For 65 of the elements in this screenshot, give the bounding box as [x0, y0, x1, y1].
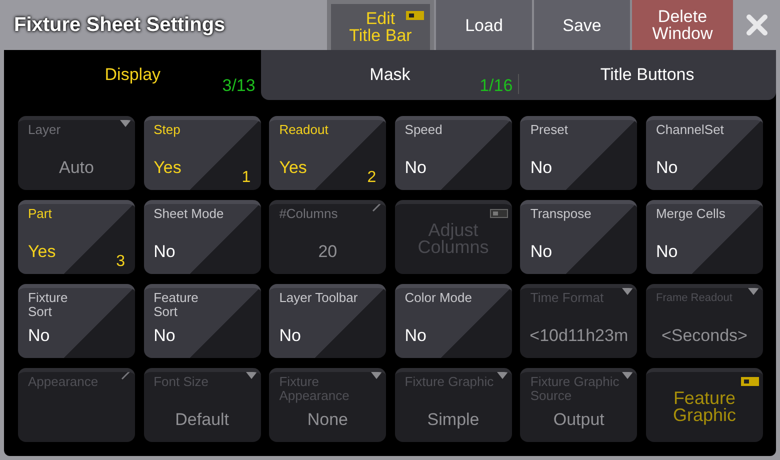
setting-label: #Columns: [279, 207, 338, 221]
tab-count: 1/16: [480, 76, 513, 96]
setting-value: No: [404, 158, 427, 178]
setting-value: No: [656, 242, 678, 262]
setting-value: No: [279, 326, 301, 346]
setting-toggle[interactable]: Part Yes 3: [18, 200, 135, 274]
setting-select[interactable]: Layer Auto: [18, 116, 135, 190]
setting-value: Yes: [28, 242, 56, 262]
order-number: 2: [367, 169, 376, 187]
setting-value: No: [28, 326, 50, 346]
setting-value: Output: [553, 410, 604, 430]
setting-value: Simple: [427, 410, 480, 430]
tab[interactable]: Title Buttons: [518, 50, 776, 100]
setting-toggle[interactable]: Color Mode No: [394, 284, 512, 358]
title-bar-button[interactable]: Save: [532, 0, 630, 50]
order-number: 3: [116, 253, 125, 271]
setting-value: <Seconds>: [661, 326, 748, 346]
setting-label: ChannelSet: [656, 123, 724, 137]
setting-label: Readout: [279, 123, 328, 137]
setting-toggle[interactable]: Preset No: [520, 116, 638, 190]
setting-toggle[interactable]: Sheet Mode No: [144, 200, 261, 274]
setting-label: Step: [154, 123, 180, 137]
title-bar-button[interactable]: Delete Window: [630, 0, 733, 50]
setting-label: Speed: [404, 123, 442, 137]
button-label: Feature Graphic: [672, 390, 736, 424]
setting-value: No: [530, 242, 552, 262]
setting-value: Yes: [279, 158, 307, 178]
setting-toggle[interactable]: Readout Yes 2: [269, 116, 386, 190]
setting-value: No: [154, 242, 176, 262]
setting-value: No: [656, 158, 678, 178]
setting-label: Transpose: [530, 207, 592, 221]
setting-value: Default: [175, 410, 230, 430]
setting-value: No: [530, 158, 552, 178]
setting-label: Sheet Mode: [154, 207, 224, 221]
setting-label: Preset: [530, 123, 568, 137]
setting-label: Merge Cells: [656, 207, 726, 221]
setting-label: Layer Toolbar: [279, 291, 358, 305]
setting-toggle[interactable]: Step Yes 1: [144, 116, 261, 190]
setting-toggle[interactable]: Feature Sort No: [144, 284, 261, 358]
setting-label: Color Mode: [404, 291, 472, 305]
setting-toggle[interactable]: Layer Toolbar No: [269, 284, 386, 358]
tab[interactable]: Mask 1/16: [261, 50, 519, 100]
setting-toggle[interactable]: Transpose No: [520, 200, 638, 274]
setting-value: <10d11h23m: [530, 326, 628, 346]
order-number: 1: [242, 169, 251, 187]
title-bar-button[interactable]: Load: [434, 0, 532, 50]
setting-select[interactable]: #Columns 20: [269, 200, 386, 274]
setting-value: No: [154, 326, 176, 346]
setting-toggle[interactable]: Merge Cells No: [646, 200, 763, 274]
tab-count: 3/13: [222, 76, 256, 96]
setting-label: Feature Sort: [154, 291, 198, 319]
setting-button[interactable]: Feature Graphic: [646, 368, 763, 442]
setting-toggle[interactable]: ChannelSet No: [646, 116, 763, 190]
setting-value: Auto: [59, 158, 94, 178]
setting-label: Layer: [28, 123, 61, 137]
setting-value: Yes: [154, 158, 182, 178]
setting-value: None: [307, 410, 348, 430]
setting-toggle[interactable]: Fixture Sort No: [18, 284, 135, 358]
setting-value: No: [404, 326, 427, 346]
setting-label: Part: [28, 207, 52, 221]
close-icon: [744, 13, 768, 37]
setting-label: Fixture Sort: [28, 291, 68, 319]
setting-toggle[interactable]: Speed No: [394, 116, 512, 190]
window-title: Fixture Sheet Settings: [13, 12, 226, 38]
setting-value: 20: [318, 242, 338, 262]
